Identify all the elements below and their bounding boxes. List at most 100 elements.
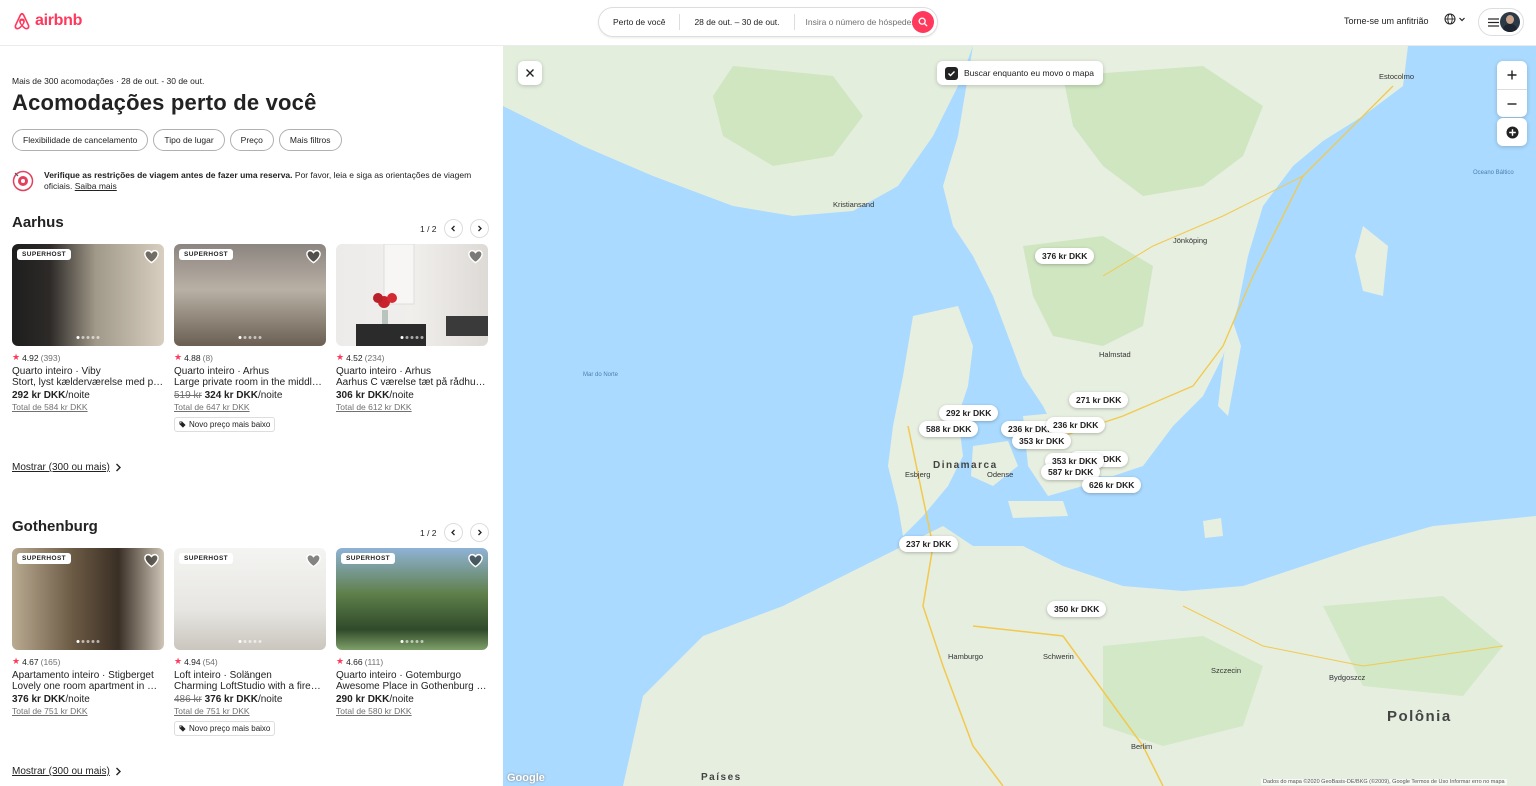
- listing-total[interactable]: Total de 751 kr DKK: [12, 706, 164, 716]
- listing-card[interactable]: SUPERHOST ★ 4.94 (54) Loft inteiro · Solän…: [174, 548, 326, 737]
- travel-alert: Verifique as restrições de viagem antes …: [12, 170, 482, 192]
- check-icon: [948, 70, 955, 76]
- review-count: (165): [40, 656, 61, 667]
- avatar: [1500, 12, 1520, 32]
- section-title-gothenburg: Gothenburg: [12, 518, 98, 535]
- heart-icon[interactable]: [143, 248, 160, 265]
- listing-card[interactable]: SUPERHOST ★ 4.66 (111) Quarto inteiro · Go…: [336, 548, 488, 737]
- heart-icon[interactable]: [467, 248, 484, 265]
- prev-button[interactable]: [443, 523, 463, 542]
- price-pin[interactable]: 271 kr DKK: [1069, 392, 1129, 408]
- airbnb-logo[interactable]: airbnb: [12, 11, 82, 31]
- map-attribution[interactable]: Dados do mapa ©2020 GeoBasis-DE/BKG (©20…: [1261, 779, 1507, 785]
- superhost-badge: SUPERHOST: [341, 553, 396, 564]
- listing-total[interactable]: Total de 612 kr DKK: [336, 402, 488, 412]
- star-icon: ★: [12, 656, 21, 666]
- listing-photo[interactable]: SUPERHOST: [174, 548, 326, 650]
- photo-dots: [76, 640, 100, 643]
- listing-card[interactable]: SUPERHOST ★ 4.67 (165) Apartamento inteiro…: [12, 548, 164, 737]
- language-button[interactable]: [1444, 13, 1466, 25]
- listing-type: Quarto inteiro · Gotemburgo: [336, 670, 462, 681]
- next-button[interactable]: [469, 219, 489, 238]
- heart-icon[interactable]: [305, 552, 322, 569]
- price-pin[interactable]: 376 kr DKK: [1035, 248, 1095, 264]
- results-subhead: Mais de 300 acomodações · 28 de out. - 3…: [12, 76, 205, 86]
- brand-name: airbnb: [35, 12, 83, 29]
- listing-photo[interactable]: SUPERHOST: [12, 548, 164, 650]
- zoom-out-button[interactable]: [1497, 90, 1527, 118]
- listing-total[interactable]: Total de 584 kr DKK: [12, 402, 164, 412]
- listing-card[interactable]: ★ 4.52 (234) Quarto inteiro · Arhus Aarhus…: [336, 244, 488, 433]
- map-canvas[interactable]: [503, 46, 1536, 786]
- search-as-move-toggle[interactable]: Buscar enquanto eu movo o mapa: [937, 61, 1103, 85]
- search-dates[interactable]: 28 de out. – 30 de out.: [680, 17, 793, 27]
- search-location[interactable]: Perto de você: [599, 17, 679, 27]
- listing-total[interactable]: Total de 647 kr DKK: [174, 402, 326, 412]
- user-menu-button[interactable]: [1478, 8, 1524, 36]
- next-button[interactable]: [469, 523, 489, 542]
- listing-price: 306 kr DKK/noite: [336, 390, 488, 401]
- listing-photo[interactable]: [336, 244, 488, 346]
- rating-value: 4.52: [346, 352, 363, 363]
- listing-title: Awesome Place in Gothenburg City: [336, 681, 488, 692]
- learn-more-link[interactable]: Saiba mais: [75, 181, 117, 191]
- heart-icon[interactable]: [143, 552, 160, 569]
- chevron-right-icon: [477, 529, 482, 536]
- land-lolland: [1008, 501, 1068, 518]
- listing-title: Aarhus C værelse tæt på rådhuset: [336, 377, 488, 388]
- rating-value: 4.66: [346, 656, 363, 667]
- price-pin[interactable]: 292 kr DKK: [939, 405, 999, 421]
- superhost-badge: SUPERHOST: [179, 249, 234, 260]
- heart-icon[interactable]: [305, 248, 322, 265]
- section-title-aarhus: Aarhus: [12, 214, 64, 231]
- price-pin[interactable]: 626 kr DKK: [1082, 477, 1142, 493]
- price-pin[interactable]: 237 kr DKK: [899, 536, 959, 552]
- search-button[interactable]: [912, 11, 934, 33]
- review-count: (8): [202, 352, 214, 363]
- listing-photo[interactable]: SUPERHOST: [174, 244, 326, 346]
- minus-icon: [1507, 103, 1517, 105]
- listing-type: Quarto inteiro · Viby: [12, 366, 101, 377]
- search-guests[interactable]: Insira o número de hóspedes: [795, 17, 930, 27]
- price-pin[interactable]: 588 kr DKK: [919, 421, 979, 437]
- zoom-in-button[interactable]: [1497, 61, 1527, 89]
- price-drop-tag: Novo preço mais baixo: [174, 417, 276, 432]
- price-unit: /noite: [65, 694, 90, 705]
- price-unit: /noite: [389, 694, 414, 705]
- show-more-aarhus[interactable]: Mostrar (300 ou mais): [12, 462, 122, 473]
- checkbox-checked[interactable]: [945, 66, 958, 80]
- photo-dots: [238, 336, 262, 339]
- show-more-gothenburg[interactable]: Mostrar (300 ou mais): [12, 766, 122, 777]
- map-label-halmstad: Halmstad: [1099, 350, 1131, 359]
- heart-icon[interactable]: [467, 552, 484, 569]
- filter-cancellation[interactable]: Flexibilidade de cancelamento: [12, 129, 149, 151]
- listing-photo[interactable]: SUPERHOST: [336, 548, 488, 650]
- listing-photo[interactable]: SUPERHOST: [12, 244, 164, 346]
- listing-total[interactable]: Total de 580 kr DKK: [336, 706, 488, 716]
- price-pin[interactable]: 350 kr DKK: [1047, 601, 1107, 617]
- listing-card[interactable]: SUPERHOST ★ 4.88 (8) Quarto inteiro · Arhu…: [174, 244, 326, 433]
- listing-card[interactable]: SUPERHOST ★ 4.92 (393) Quarto inteiro · Vi…: [12, 244, 164, 433]
- price-pin[interactable]: 353 kr DKK: [1012, 433, 1072, 449]
- listing-type: Quarto inteiro · Arhus: [174, 366, 270, 377]
- search-bar[interactable]: Perto de você 28 de out. – 30 de out. In…: [598, 7, 938, 37]
- filter-price[interactable]: Preço: [229, 129, 274, 151]
- superhost-badge: SUPERHOST: [17, 249, 72, 260]
- map-panel[interactable]: Mar do Norte Oceano Báltico Dinamarca Po…: [503, 46, 1536, 786]
- rating-value: 4.88: [184, 352, 201, 363]
- price-pin[interactable]: 236 kr DKK: [1046, 417, 1106, 433]
- map-label-berlin: Berlim: [1131, 742, 1153, 751]
- filter-place-type[interactable]: Tipo de lugar: [153, 129, 225, 151]
- add-location-icon: [1506, 126, 1518, 138]
- prev-button[interactable]: [443, 219, 463, 238]
- become-host-link[interactable]: Torne-se um anfitrião: [1344, 16, 1429, 26]
- listing-price: 486 kr 376 kr DKK/noite: [174, 694, 326, 705]
- close-map-button[interactable]: [518, 61, 542, 85]
- price-value: 376 kr DKK: [12, 694, 66, 705]
- listing-total[interactable]: Total de 751 kr DKK: [174, 706, 326, 716]
- cards-aarhus: SUPERHOST ★ 4.92 (393) Quarto inteiro · Vi…: [12, 244, 488, 433]
- plus-icon: [1507, 70, 1517, 80]
- filter-more[interactable]: Mais filtros: [278, 129, 342, 151]
- locate-button[interactable]: [1497, 118, 1527, 146]
- map-label-odense: Odense: [987, 470, 1014, 479]
